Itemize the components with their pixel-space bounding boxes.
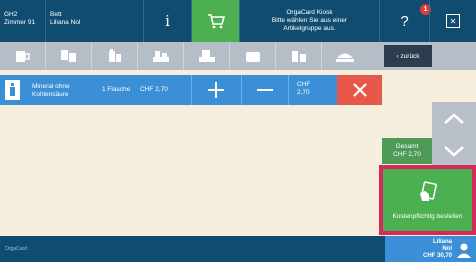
total-label: Gesamt: [395, 143, 419, 150]
brand-logo: OrgaCard: [5, 246, 27, 252]
category-meal[interactable]: [184, 42, 230, 70]
kiosk-instruction-2: Artikelgruppe aus.: [283, 25, 336, 32]
order-button[interactable]: Kostenpflichtig bestellen: [383, 169, 472, 231]
kiosk-title: OrgaCard Kiosk: [286, 9, 333, 16]
category-dessert[interactable]: [322, 42, 368, 70]
cart-button[interactable]: 1: [192, 0, 431, 42]
chevron-up-icon: [444, 113, 464, 124]
header-bar: GH2 Zimmer 91 Bett Liliana Nol i 1 OrgaC…: [0, 0, 476, 42]
item-total: CHF 2,70: [297, 81, 310, 97]
order-button-highlight: Kostenpflichtig bestellen: [379, 165, 476, 235]
snack-icon: [245, 52, 260, 62]
order-total: Gesamt CHF 2,70: [382, 138, 432, 164]
decrease-button[interactable]: [241, 75, 288, 105]
room-code: GH2: [4, 11, 18, 18]
room-number: Zimmer 91: [4, 19, 36, 26]
category-coffee[interactable]: [46, 42, 92, 70]
coffee-icon: [60, 50, 76, 62]
back-button[interactable]: ‹ zurück: [384, 45, 432, 67]
order-line-item: Mineral ohne Kohlensäure 1 Flasche CHF 2…: [0, 75, 382, 105]
category-snack[interactable]: [230, 42, 276, 70]
meal-icon: [198, 50, 215, 62]
room-info: GH2 Zimmer 91: [0, 0, 46, 42]
divider: [288, 75, 289, 105]
close-button[interactable]: ✕: [430, 0, 476, 42]
dessert-icon: [336, 53, 354, 62]
patient-name: Liliana Nol: [50, 19, 81, 26]
user-info: Liliana Nol CHF 30,70: [423, 239, 452, 260]
info-icon: i: [165, 12, 170, 30]
chevron-down-icon: [444, 146, 464, 157]
order-button-label: Kostenpflichtig bestellen: [392, 213, 463, 220]
close-icon: [352, 83, 367, 97]
item-name-line2: Kohlensäure: [32, 91, 69, 98]
user-account[interactable]: Liliana Nol CHF 30,70: [385, 236, 476, 262]
item-name-line1: Mineral ohne: [32, 83, 70, 90]
cup-icon: [15, 51, 30, 62]
scroll-down-button[interactable]: [432, 136, 476, 166]
info-button[interactable]: i: [144, 0, 192, 42]
cart-icon: [207, 14, 225, 29]
user-last-name: Nol: [442, 246, 452, 252]
remove-item-button[interactable]: [337, 75, 382, 105]
scroll-up-button[interactable]: [432, 102, 476, 136]
item-name: Mineral ohne Kohlensäure: [32, 83, 70, 99]
bread-icon: [291, 51, 306, 62]
help-button[interactable]: ?: [380, 0, 430, 42]
increase-button[interactable]: [191, 75, 241, 105]
category-juice[interactable]: [92, 42, 138, 70]
category-cups[interactable]: [0, 42, 46, 70]
category-food-tray[interactable]: [138, 42, 184, 70]
food-tray-icon: [152, 51, 169, 62]
category-bread[interactable]: [276, 42, 322, 70]
user-icon: [457, 243, 471, 258]
item-total-currency: CHF: [297, 81, 311, 88]
item-quantity: 1 Flasche: [102, 86, 131, 93]
patient-info: Bett Liliana Nol: [46, 0, 144, 42]
plus-icon: [208, 82, 224, 98]
bottle-icon: [5, 80, 20, 100]
user-first-name: Liliana: [432, 239, 452, 245]
user-balance: CHF 30,70: [422, 253, 452, 259]
total-value: CHF 2,70: [393, 151, 421, 158]
close-icon: ✕: [446, 14, 460, 28]
minus-icon: [256, 89, 273, 91]
kiosk-instruction-1: Bitte wählen Sie aus einer: [271, 17, 348, 24]
item-total-value: 2,70: [297, 89, 310, 96]
item-unit-price: CHF 2,70: [140, 86, 168, 93]
payment-card-icon: [420, 181, 437, 201]
help-icon: ?: [400, 12, 409, 30]
bed-label: Bett: [50, 11, 62, 18]
juice-icon: [108, 49, 121, 62]
kiosk-message: OrgaCard Kiosk Bitte wählen Sie aus eine…: [240, 0, 380, 42]
